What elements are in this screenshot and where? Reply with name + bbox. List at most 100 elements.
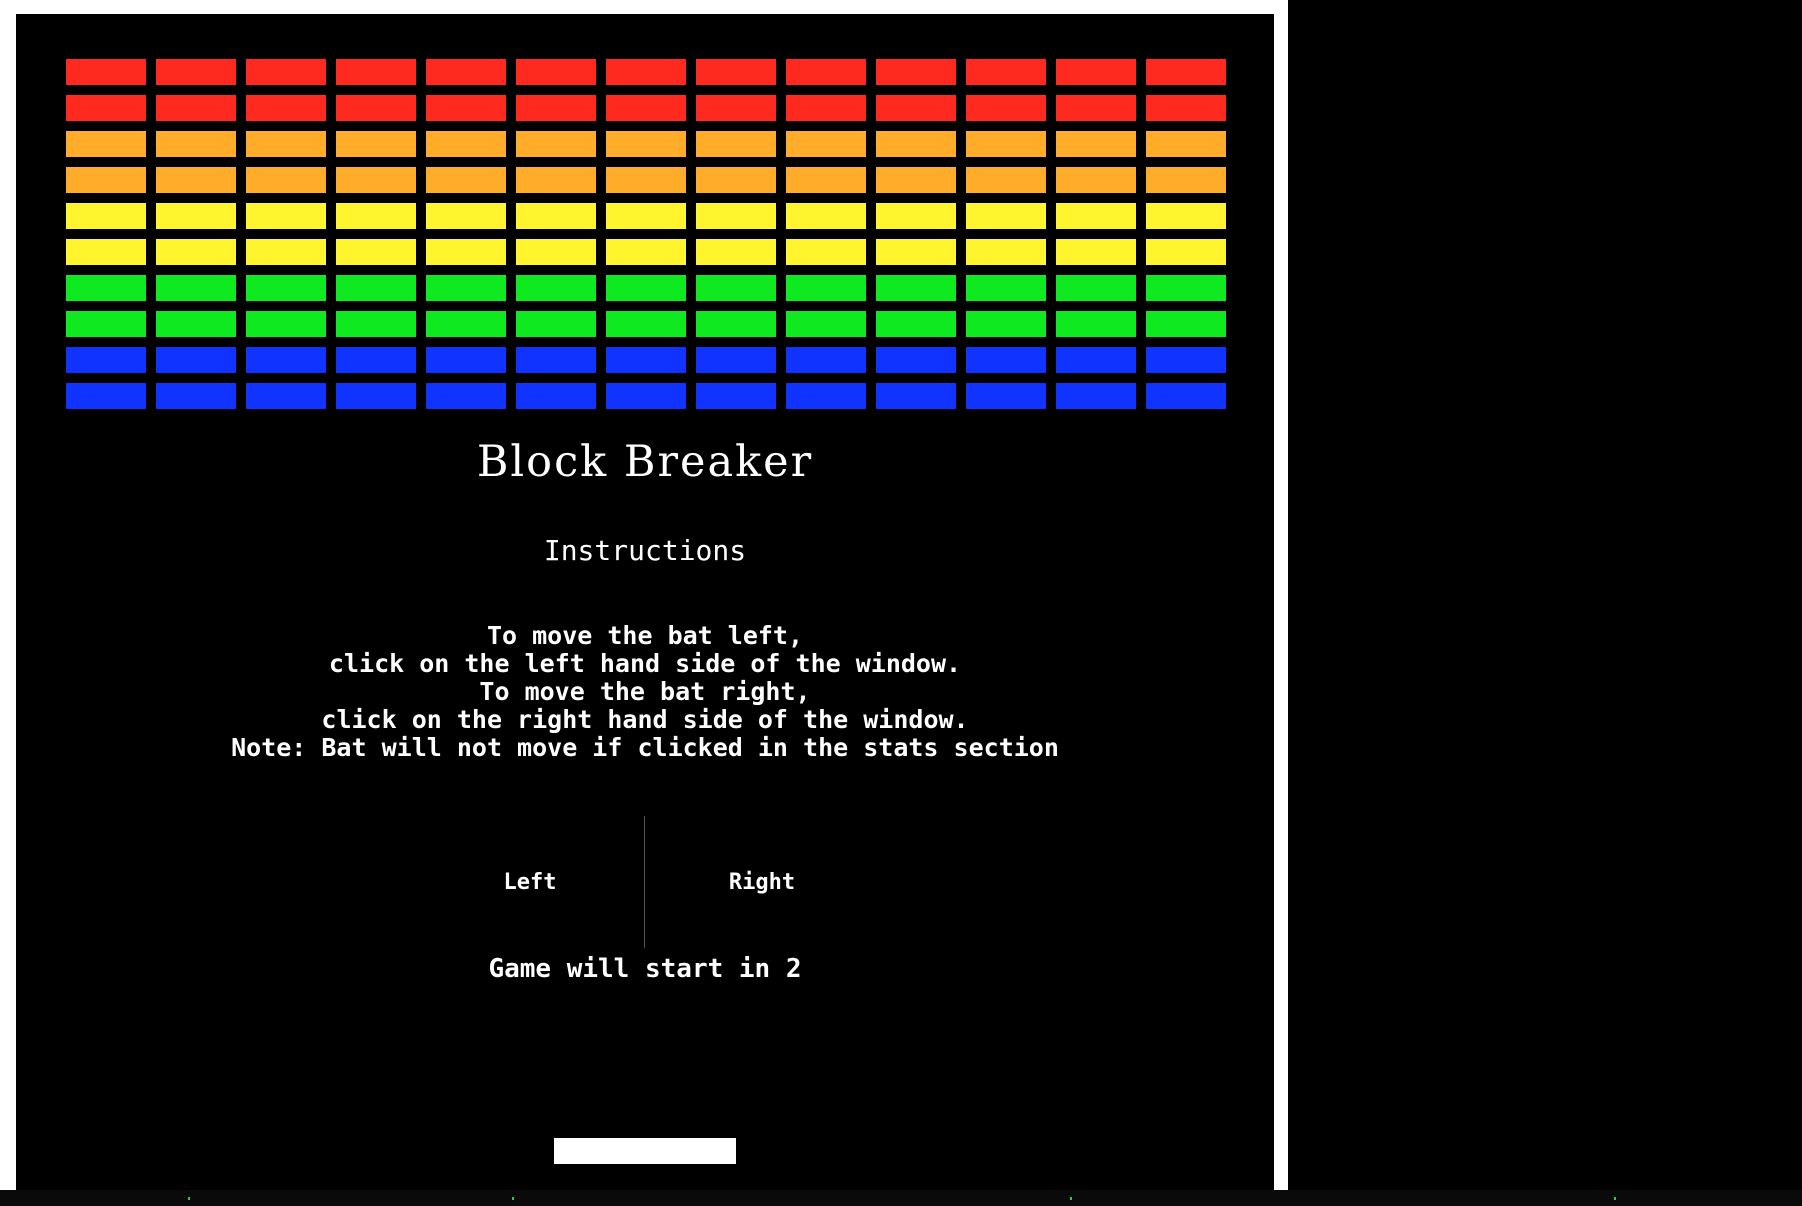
screen: Block Breaker Instructions To move the b… — [0, 0, 1802, 1206]
brick — [426, 203, 506, 229]
brick — [696, 203, 776, 229]
move-right-zone[interactable]: Right — [648, 816, 876, 948]
brick — [156, 383, 236, 409]
brick — [66, 347, 146, 373]
instruction-line: To move the bat left, — [486, 621, 804, 650]
brick — [516, 167, 596, 193]
brick — [786, 95, 866, 121]
brick — [876, 347, 956, 373]
brick — [426, 311, 506, 337]
instruction-line: Note: Bat will not move if clicked in th… — [231, 733, 1059, 762]
brick — [1056, 59, 1136, 85]
brick — [1146, 131, 1226, 157]
terminal-mark — [1070, 1197, 1072, 1200]
brick — [66, 383, 146, 409]
brick — [696, 167, 776, 193]
brick — [696, 311, 776, 337]
move-left-zone[interactable]: Left — [416, 816, 644, 948]
brick — [516, 239, 596, 265]
brick — [606, 131, 686, 157]
brick — [966, 95, 1046, 121]
brick — [246, 131, 326, 157]
brick — [966, 131, 1046, 157]
brick — [606, 239, 686, 265]
brick — [876, 383, 956, 409]
brick — [246, 203, 326, 229]
brick — [1146, 95, 1226, 121]
brick — [1146, 383, 1226, 409]
brick — [1146, 167, 1226, 193]
brick — [336, 203, 416, 229]
brick — [516, 275, 596, 301]
brick — [876, 275, 956, 301]
brick — [966, 275, 1046, 301]
brick — [246, 95, 326, 121]
brick — [696, 59, 776, 85]
brick — [156, 95, 236, 121]
brick — [1146, 203, 1226, 229]
brick — [876, 59, 956, 85]
brick — [786, 347, 866, 373]
brick — [336, 131, 416, 157]
brick — [1056, 95, 1136, 121]
move-left-label: Left — [503, 869, 557, 895]
brick — [246, 347, 326, 373]
terminal-strip — [0, 1190, 1802, 1206]
brick — [1146, 59, 1226, 85]
brick — [966, 383, 1046, 409]
brick — [966, 203, 1046, 229]
brick — [876, 203, 956, 229]
brick — [786, 239, 866, 265]
brick — [966, 239, 1046, 265]
brick — [786, 275, 866, 301]
brick — [66, 203, 146, 229]
brick — [1146, 275, 1226, 301]
control-zones: Left Right — [416, 816, 876, 948]
brick — [426, 239, 506, 265]
brick — [516, 203, 596, 229]
brick — [876, 311, 956, 337]
brick — [606, 275, 686, 301]
brick — [966, 311, 1046, 337]
instructions-heading: Instructions — [543, 534, 747, 567]
brick — [156, 59, 236, 85]
brick — [246, 59, 326, 85]
brick — [1056, 347, 1136, 373]
brick — [156, 131, 236, 157]
brick — [66, 95, 146, 121]
brick — [606, 203, 686, 229]
brick — [66, 131, 146, 157]
brick — [1146, 239, 1226, 265]
brick — [336, 59, 416, 85]
brick — [426, 383, 506, 409]
brick — [426, 275, 506, 301]
brick — [426, 167, 506, 193]
brick — [606, 167, 686, 193]
brick — [786, 167, 866, 193]
instruction-line: To move the bat right, — [479, 677, 811, 706]
brick — [966, 347, 1046, 373]
brick — [696, 347, 776, 373]
brick — [156, 167, 236, 193]
brick — [516, 131, 596, 157]
brick — [966, 59, 1046, 85]
brick — [1056, 167, 1136, 193]
brick — [516, 95, 596, 121]
brick — [696, 95, 776, 121]
game-canvas[interactable]: Block Breaker Instructions To move the b… — [16, 14, 1274, 1190]
brick — [876, 131, 956, 157]
terminal-mark — [512, 1197, 514, 1200]
brick — [1056, 239, 1136, 265]
brick — [516, 383, 596, 409]
brick — [966, 167, 1046, 193]
brick — [66, 239, 146, 265]
brick — [1146, 311, 1226, 337]
brick — [156, 239, 236, 265]
brick — [786, 311, 866, 337]
brick — [606, 383, 686, 409]
brick — [426, 347, 506, 373]
move-right-label: Right — [728, 869, 796, 895]
brick — [1146, 347, 1226, 373]
control-divider — [644, 816, 645, 948]
brick — [66, 275, 146, 301]
